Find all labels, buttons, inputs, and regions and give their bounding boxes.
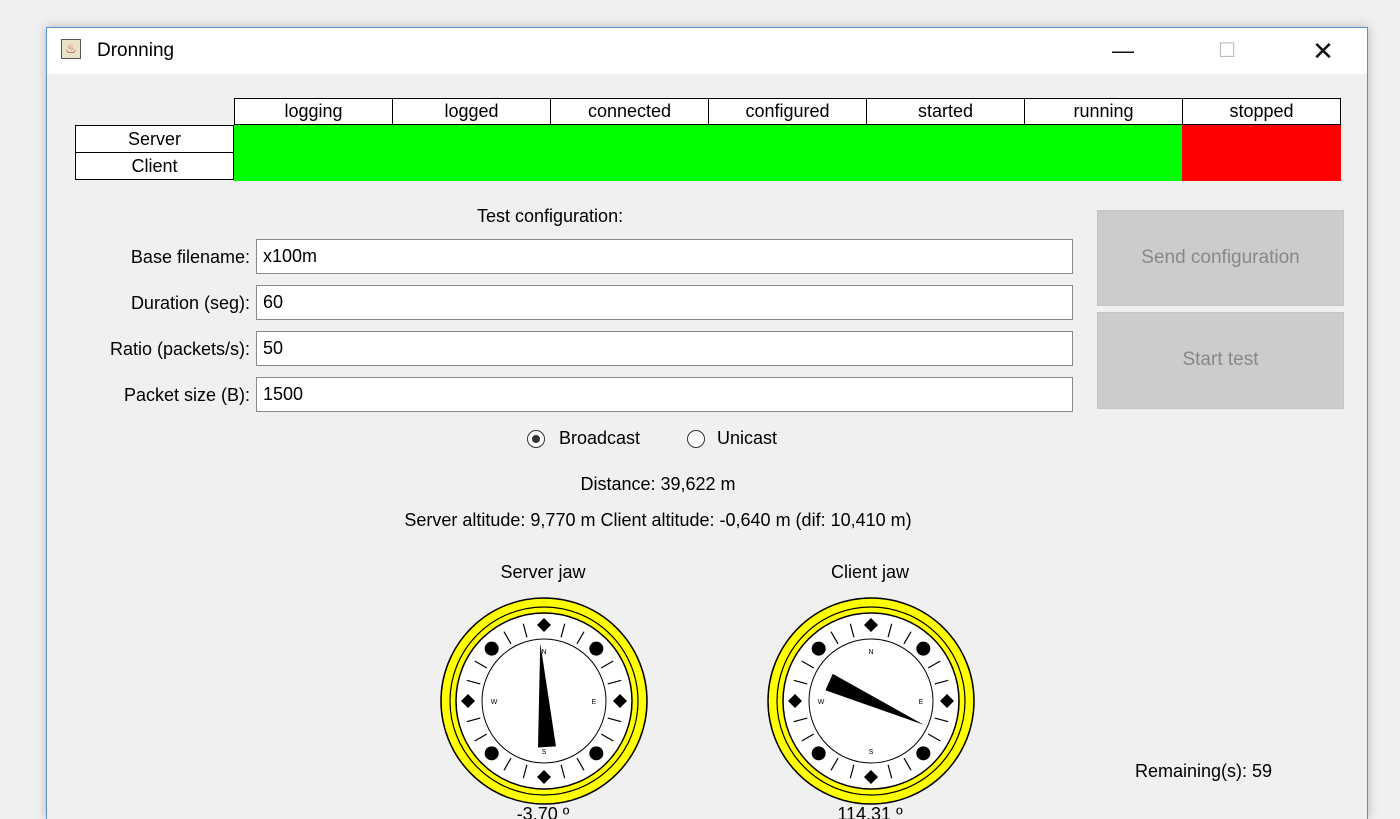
remaining-seconds: Remaining(s): 59 (1135, 761, 1273, 781)
minimize-button[interactable]: — (1097, 28, 1149, 74)
altitude-text: Server altitude: 9,770 m Client altitude… (404, 510, 912, 530)
main-window: ♨ Dronning — ☐ ✕ logging logged connecte… (46, 27, 1368, 819)
server-compass-dot (484, 641, 499, 656)
duration-label: Duration (seg): (130, 293, 250, 313)
ratio-input[interactable] (256, 331, 1073, 366)
test-configuration-title: Test configuration: (477, 206, 624, 226)
status-bar-active (234, 125, 1183, 181)
client-compass-dot (916, 746, 931, 761)
server-compass-letter: E (592, 699, 597, 706)
status-row-server: Server (75, 125, 234, 153)
client-compass-dot (811, 746, 826, 761)
client-jaw-title: Client jaw (830, 562, 910, 582)
client-jaw-angle: 114,31 º (837, 804, 903, 819)
status-column-logging: logging (234, 98, 393, 125)
server-compass-letter: N (541, 649, 546, 656)
unicast-radio[interactable] (687, 430, 705, 448)
broadcast-radio[interactable] (527, 430, 545, 448)
duration-input[interactable] (256, 285, 1073, 320)
status-column-running: running (1024, 98, 1183, 125)
server-compass-letter: S (542, 749, 547, 756)
status-column-logged: logged (392, 98, 551, 125)
server-compass-dot (589, 746, 604, 761)
status-column-stopped: stopped (1182, 98, 1341, 125)
client-compass-dot (916, 641, 931, 656)
unicast-label[interactable]: Unicast (717, 428, 777, 449)
status-column-started: started (866, 98, 1025, 125)
packet-size-input[interactable] (256, 377, 1073, 412)
status-column-connected: connected (550, 98, 709, 125)
client-compass-letter: N (868, 649, 873, 656)
window-title: Dronning (97, 40, 175, 61)
distance-text: Distance: 39,622 m (580, 474, 736, 494)
status-row-client: Client (75, 152, 234, 180)
java-app-icon: ♨ (61, 39, 81, 59)
broadcast-label[interactable]: Broadcast (559, 428, 640, 449)
send-configuration-button[interactable]: Send configuration (1097, 210, 1344, 306)
client-compass-letter: S (869, 749, 874, 756)
server-jaw-angle: -3,70 º (516, 804, 570, 819)
base-filename-input[interactable] (256, 239, 1073, 274)
server-compass-dot (484, 746, 499, 761)
close-button[interactable]: ✕ (1297, 28, 1349, 74)
server-compass-dot (589, 641, 604, 656)
title-bar: ♨ Dronning — ☐ ✕ (47, 28, 1367, 74)
status-column-configured: configured (708, 98, 867, 125)
ratio-label: Ratio (packets/s): (109, 339, 250, 359)
client-compass-dot (811, 641, 826, 656)
server-compass: N E S W (440, 597, 648, 805)
client-compass-letter: E (919, 699, 924, 706)
packet-size-label: Packet size (B): (123, 385, 250, 405)
server-compass-letter: W (491, 699, 498, 706)
client-compass: N E S W (767, 597, 975, 805)
client-compass-letter: W (818, 699, 825, 706)
maximize-button[interactable]: ☐ (1201, 28, 1253, 74)
base-filename-label: Base filename: (130, 247, 250, 267)
status-bar-stopped (1182, 125, 1341, 181)
start-test-button[interactable]: Start test (1097, 312, 1344, 409)
server-jaw-title: Server jaw (500, 562, 586, 582)
